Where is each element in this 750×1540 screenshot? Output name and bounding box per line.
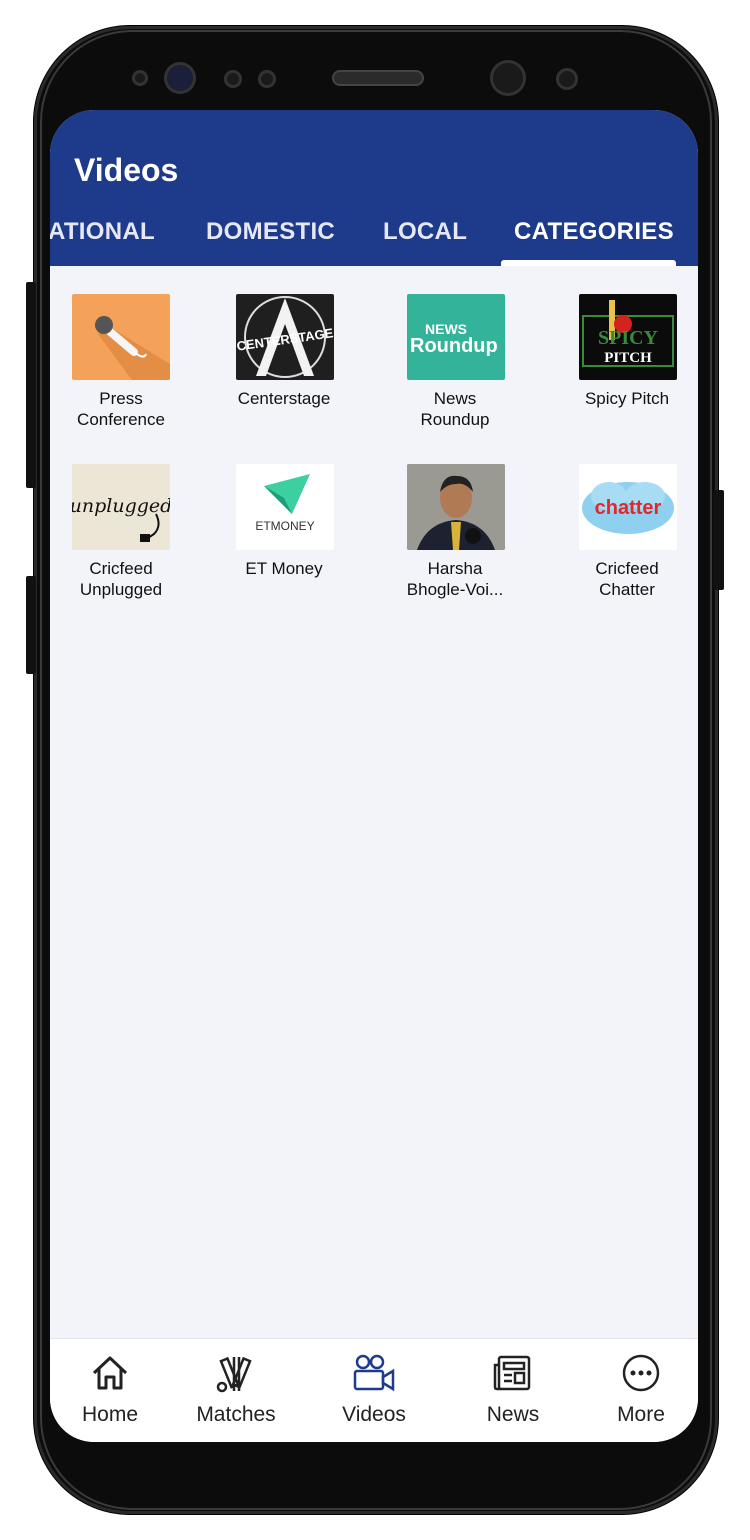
microphone-thumbnail bbox=[72, 294, 170, 380]
screen: Videos ATIONAL DOMESTIC LOCAL CATEGORIES… bbox=[50, 110, 698, 1442]
et-money-thumbnail: ETMONEY bbox=[236, 464, 334, 550]
bixby-button bbox=[26, 576, 36, 674]
page-title: Videos bbox=[74, 152, 179, 188]
category-label: Press Conference bbox=[77, 389, 165, 429]
svg-text:PITCH: PITCH bbox=[604, 350, 652, 366]
unplugged-thumbnail: unplugged bbox=[72, 464, 170, 550]
nav-label: News bbox=[486, 1403, 540, 1426]
bottom-navigation: Home Matches Videos News More bbox=[50, 1338, 698, 1442]
tab-local[interactable]: LOCAL bbox=[383, 218, 467, 246]
svg-text:unplugged: unplugged bbox=[72, 495, 170, 517]
sensor-icon bbox=[132, 70, 148, 86]
category-label: Harsha Bhogle-Voi... bbox=[406, 559, 504, 599]
svg-text:chatter: chatter bbox=[595, 497, 662, 519]
category-label: News Roundup bbox=[420, 389, 490, 429]
category-label: Cricfeed Chatter bbox=[595, 559, 659, 599]
svg-text:CENTERSTAGE: CENTERSTAGE bbox=[236, 325, 334, 353]
chatter-thumbnail: chatter bbox=[579, 464, 677, 550]
tab-bar: ATIONAL DOMESTIC LOCAL CATEGORIES bbox=[50, 218, 698, 266]
power-button bbox=[714, 490, 724, 590]
nav-label: Videos bbox=[342, 1403, 406, 1426]
spicy-pitch-thumbnail: SPICY PITCH bbox=[579, 294, 677, 380]
sensor-icon bbox=[224, 70, 242, 88]
svg-text:SPICY: SPICY bbox=[598, 327, 659, 349]
newspaper-icon bbox=[493, 1353, 533, 1398]
nav-matches[interactable]: Matches bbox=[176, 1339, 296, 1442]
earpiece-speaker bbox=[332, 70, 424, 86]
nav-home[interactable]: Home bbox=[50, 1339, 170, 1442]
active-tab-indicator bbox=[501, 260, 676, 266]
nav-more[interactable]: More bbox=[581, 1339, 698, 1442]
tab-international[interactable]: ATIONAL bbox=[50, 218, 155, 246]
category-label: Centerstage bbox=[237, 389, 331, 408]
nav-label: Home bbox=[81, 1403, 139, 1426]
category-label: Spicy Pitch bbox=[584, 389, 670, 408]
category-label: Cricfeed Unplugged bbox=[79, 559, 163, 599]
nav-label: More bbox=[617, 1403, 665, 1426]
video-camera-icon bbox=[352, 1353, 396, 1398]
category-label: ET Money bbox=[245, 559, 323, 578]
harsha-photo-thumbnail bbox=[407, 464, 505, 550]
cricket-bats-icon bbox=[216, 1353, 256, 1400]
nav-news[interactable]: News bbox=[453, 1339, 573, 1442]
sensor-icon bbox=[556, 68, 578, 90]
tab-categories[interactable]: CATEGORIES bbox=[514, 218, 674, 246]
centerstage-thumbnail: CENTERSTAGE bbox=[236, 294, 334, 380]
front-camera-icon bbox=[490, 60, 526, 96]
home-icon bbox=[90, 1353, 130, 1398]
nav-videos[interactable]: Videos bbox=[314, 1339, 434, 1442]
nav-label: Matches bbox=[196, 1403, 276, 1426]
tab-domestic[interactable]: DOMESTIC bbox=[206, 218, 335, 246]
sensor-icon bbox=[258, 70, 276, 88]
svg-text:ETMONEY: ETMONEY bbox=[255, 519, 314, 533]
volume-button bbox=[26, 282, 36, 488]
more-dots-icon bbox=[621, 1353, 661, 1398]
svg-text:Roundup: Roundup bbox=[410, 335, 498, 357]
iris-sensor-icon bbox=[164, 62, 196, 94]
news-roundup-thumbnail: NEWS Roundup bbox=[407, 294, 505, 380]
